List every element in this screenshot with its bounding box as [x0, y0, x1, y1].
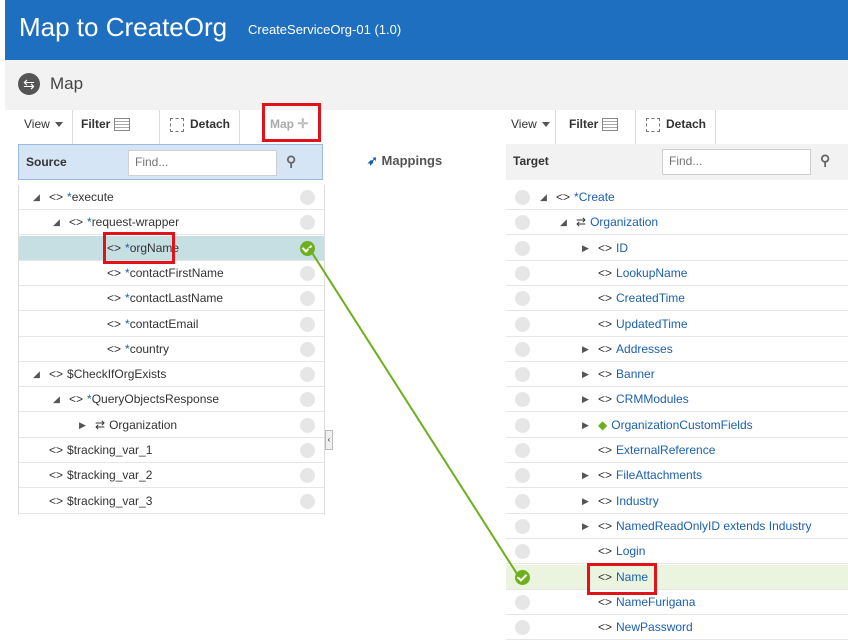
highlight-box-map-button [262, 103, 321, 142]
mapping-line[interactable] [308, 247, 520, 578]
highlight-box-name [587, 563, 657, 595]
mapping-line-layer [308, 247, 520, 578]
highlight-box-orgname [103, 232, 175, 264]
